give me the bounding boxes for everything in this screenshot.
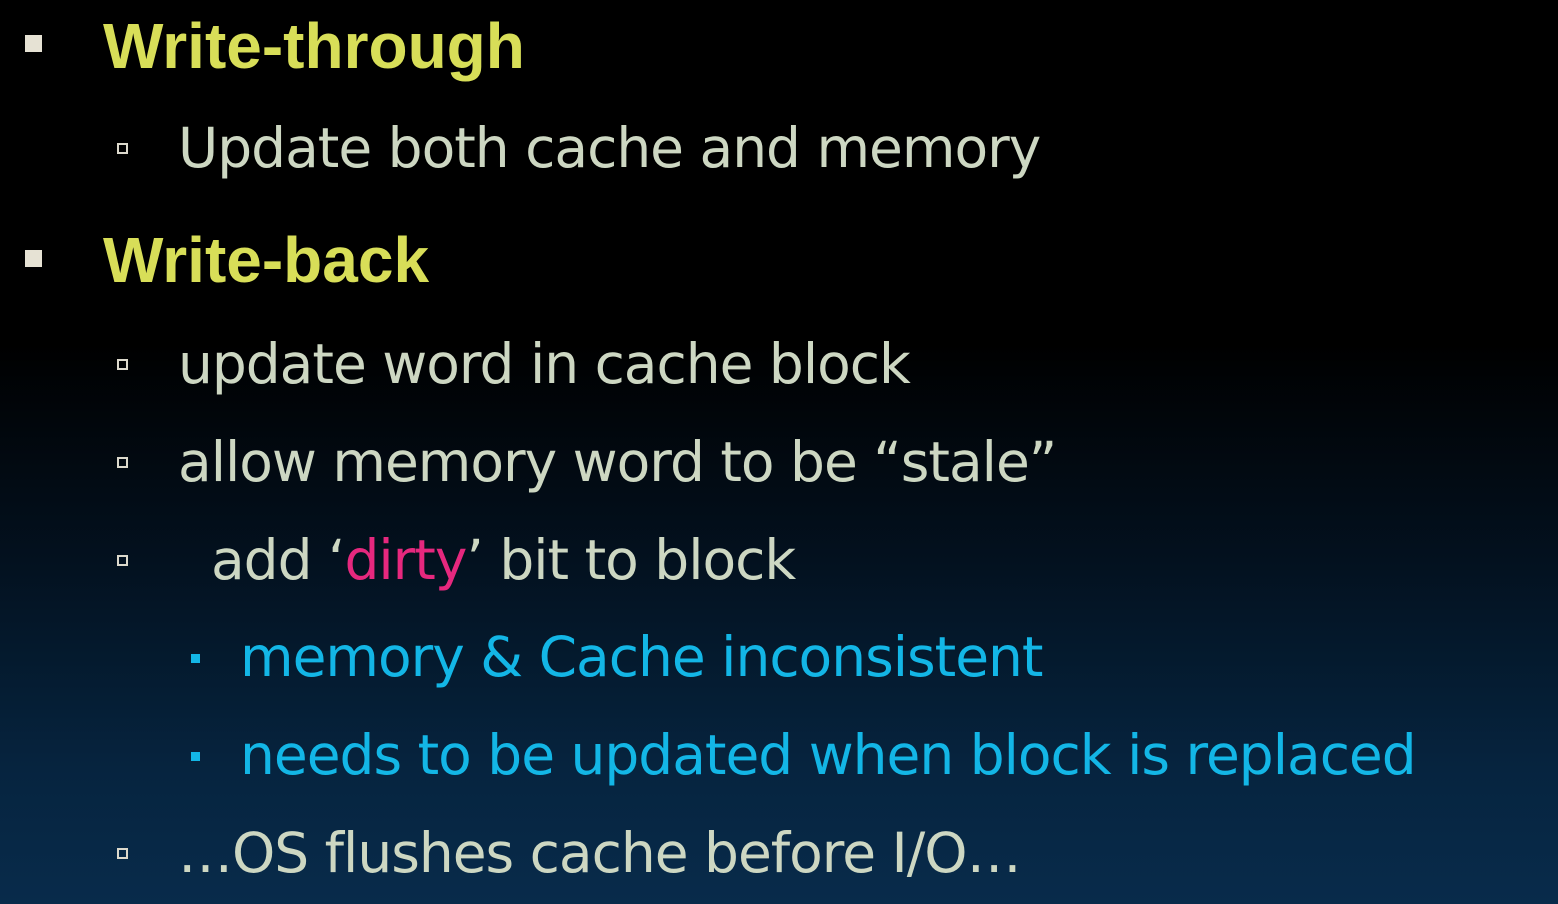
heading-write-through: Write-through — [103, 10, 525, 82]
level1-bullet-icon — [25, 250, 42, 267]
subpoint-needs-update: needs to be updated when block is replac… — [240, 723, 1417, 787]
subpoint-update-both: Update both cache and memory — [178, 116, 1041, 180]
level2-bullet-icon — [117, 555, 128, 566]
level2-bullet-icon — [117, 457, 128, 468]
heading-write-back: Write-back — [103, 224, 430, 296]
level3-bullet-icon — [191, 752, 200, 761]
subpoint-update-word: update word in cache block — [178, 332, 911, 396]
subpoint-inconsistent: memory & Cache inconsistent — [240, 625, 1043, 689]
slide: Write-through Update both cache and memo… — [0, 0, 1558, 904]
level2-bullet-icon — [117, 848, 128, 859]
dirty-prefix: add ‘ — [178, 528, 346, 592]
subpoint-allow-stale: allow memory word to be “stale” — [178, 430, 1057, 494]
level3-bullet-icon — [191, 654, 200, 663]
dirty-suffix: ’ bit to block — [466, 528, 796, 592]
level1-bullet-icon — [25, 35, 42, 52]
subpoint-os-flushes: …OS flushes cache before I/O… — [178, 821, 1022, 885]
dirty-highlight: dirty — [344, 528, 467, 592]
subpoint-dirty-bit: add ‘dirty’ bit to block — [178, 533, 796, 588]
level2-bullet-icon — [117, 359, 128, 370]
level2-bullet-icon — [117, 143, 128, 154]
